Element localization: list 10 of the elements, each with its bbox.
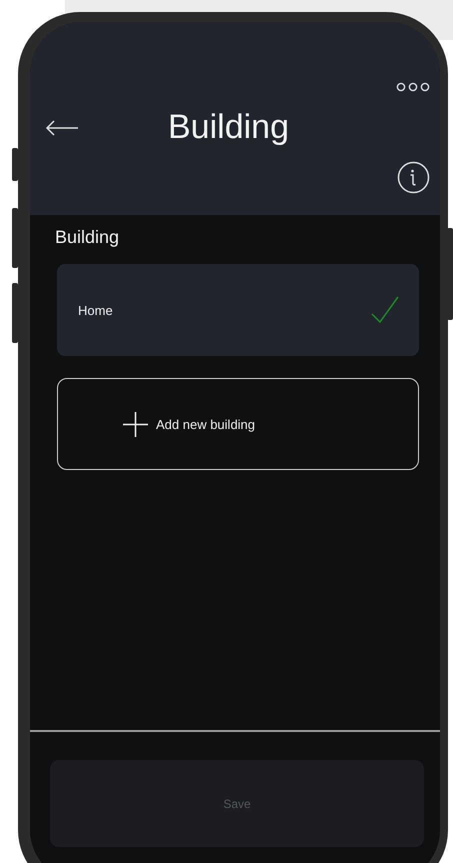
back-arrow-icon[interactable] bbox=[45, 120, 79, 136]
more-icon[interactable] bbox=[396, 82, 430, 92]
section-label: Building bbox=[55, 227, 120, 248]
add-building-button[interactable]: Add new building bbox=[57, 378, 419, 470]
building-item[interactable]: Home bbox=[57, 264, 419, 356]
info-icon[interactable] bbox=[397, 161, 430, 194]
check-icon bbox=[371, 296, 399, 324]
plus-icon bbox=[123, 412, 148, 436]
page-title: Building bbox=[168, 108, 289, 147]
building-name: Home bbox=[78, 302, 113, 318]
